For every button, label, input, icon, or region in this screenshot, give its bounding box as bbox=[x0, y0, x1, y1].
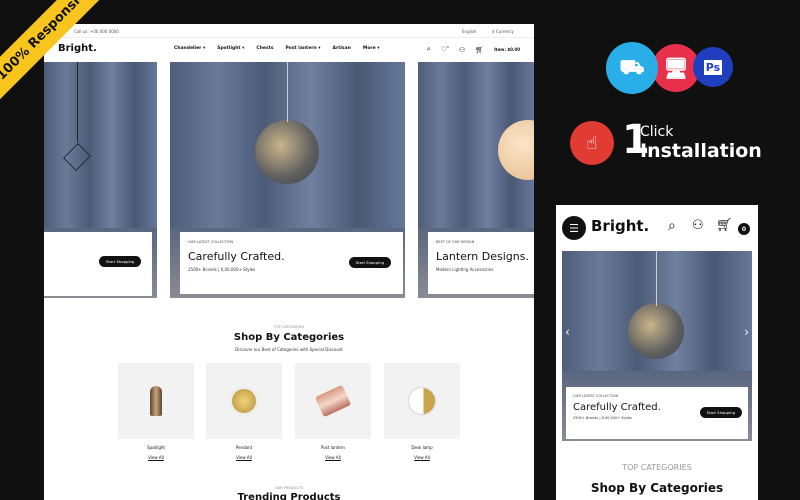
prev-arrow-icon[interactable]: ‹ bbox=[565, 325, 570, 339]
cart-icon[interactable]: 🛒︎ bbox=[475, 46, 484, 54]
slide-label: OUR LATEST COLLECTION bbox=[188, 240, 234, 244]
view-all-link[interactable]: View All bbox=[384, 455, 460, 460]
opencart-icon: ⛟ bbox=[606, 42, 658, 94]
section-title: Shop By Categories bbox=[233, 332, 345, 343]
search-icon[interactable]: ⌕ bbox=[668, 218, 676, 234]
slide-title: Lantern Designs. bbox=[436, 250, 529, 263]
slide-caption: OUR LATEST COLLECTION Carefully Crafted.… bbox=[566, 387, 748, 439]
lamp-cord bbox=[656, 251, 657, 306]
lamp-cord bbox=[287, 62, 288, 122]
view-all-link[interactable]: View All bbox=[118, 455, 194, 460]
desk-lamp-image bbox=[384, 363, 460, 439]
mobile-hero-slide[interactable]: ‹ › OUR LATEST COLLECTION Carefully Craf… bbox=[562, 251, 752, 441]
spotlight-image bbox=[118, 363, 194, 439]
menu-item[interactable]: Spotlight ▾ bbox=[217, 46, 244, 51]
start-shopping-button[interactable]: Start Shopping bbox=[348, 257, 391, 268]
menu: Chandelier ▾ Spotlight ▾ Chests Post lan… bbox=[174, 46, 380, 51]
mobile-preview: ☰ Bright. ⌕ ⚇ 🛒︎ 0 ‹ › OUR LATEST COLLEC… bbox=[556, 205, 758, 500]
view-all-link[interactable]: View All bbox=[295, 455, 371, 460]
start-shopping-button[interactable]: Start Shopping bbox=[99, 256, 142, 267]
menu-item[interactable]: Post lantern ▾ bbox=[285, 46, 320, 51]
header-icons: ⌕ ♡0 ⚇ 🛒︎ Item: $0.00 bbox=[427, 45, 520, 54]
desktop-preview: Call us: +00 000 0000 English $ Currency… bbox=[44, 24, 534, 500]
start-shopping-button[interactable]: Start Shopping bbox=[699, 407, 742, 418]
hero-slide-left[interactable]: Start Shopping bbox=[44, 62, 157, 298]
user-icon[interactable]: ⚇ bbox=[692, 218, 704, 233]
slide-subtitle: Modern Lighting Accessories bbox=[436, 267, 494, 272]
top-bar: Call us: +00 000 0000 English $ Currency bbox=[44, 24, 534, 38]
installation-text: Installation bbox=[640, 140, 762, 162]
hero-slide-center[interactable]: OUR LATEST COLLECTION Carefully Crafted.… bbox=[170, 62, 405, 298]
section-eyebrow: TOP CATEGORIES bbox=[273, 325, 305, 329]
menu-item[interactable]: Chests bbox=[256, 46, 273, 51]
section-subtitle: Discover our Best of Categories with Spe… bbox=[235, 347, 343, 352]
slide-caption: BEST OF OUR DESIGN Lantern Designs. Mode… bbox=[428, 232, 534, 294]
geometric-lamp bbox=[63, 143, 91, 171]
category-card[interactable]: Post lantern View All bbox=[295, 363, 371, 460]
menu-item[interactable]: More ▾ bbox=[363, 46, 380, 51]
phone-text: Call us: +00 000 0000 bbox=[74, 29, 119, 34]
photoshop-icon: Ps bbox=[693, 47, 733, 87]
category-name: Post lantern bbox=[321, 445, 345, 450]
slide-label: OUR LATEST COLLECTION bbox=[573, 394, 619, 398]
hero-slide-right[interactable]: BEST OF OUR DESIGN Lantern Designs. Mode… bbox=[418, 62, 534, 298]
section-eyebrow: TOP CATEGORIES bbox=[622, 463, 692, 472]
lamp-cord bbox=[77, 62, 78, 142]
globe-lamp bbox=[498, 120, 534, 180]
main-nav: Bright. Chandelier ▾ Spotlight ▾ Chests … bbox=[44, 38, 534, 61]
section-title: Shop By Categories bbox=[590, 481, 724, 495]
click-text: Click bbox=[640, 124, 674, 140]
view-all-link[interactable]: View All bbox=[206, 455, 282, 460]
category-card[interactable]: Pendant View All bbox=[206, 363, 282, 460]
language-select[interactable]: English bbox=[462, 29, 476, 34]
menu-item[interactable]: Artisan bbox=[333, 46, 351, 51]
category-card[interactable]: Desk lamp View All bbox=[384, 363, 460, 460]
logo[interactable]: Bright. bbox=[591, 217, 649, 235]
cart-icon[interactable]: 🛒︎ bbox=[716, 218, 733, 233]
pendant-image bbox=[206, 363, 282, 439]
cart-total[interactable]: Item: $0.00 bbox=[494, 47, 520, 52]
menu-item[interactable]: Chandelier ▾ bbox=[174, 46, 205, 51]
next-arrow-icon[interactable]: › bbox=[744, 325, 749, 339]
cart-count-badge: 0 bbox=[738, 223, 750, 235]
search-icon[interactable]: ⌕ bbox=[427, 45, 431, 54]
slide-label: BEST OF OUR DESIGN bbox=[436, 240, 475, 244]
section-title: Trending Products bbox=[237, 492, 341, 500]
currency-select[interactable]: $ Currency bbox=[492, 29, 514, 34]
category-name: Spotlight bbox=[147, 445, 165, 450]
glass-pendant-lamp bbox=[628, 303, 684, 359]
slide-caption: Start Shopping bbox=[44, 232, 152, 296]
section-eyebrow: OUR PRODUCTS bbox=[274, 486, 304, 490]
category-name: Desk lamp bbox=[411, 445, 433, 450]
slide-caption: OUR LATEST COLLECTION Carefully Crafted.… bbox=[180, 232, 403, 294]
post-lantern-image bbox=[295, 363, 371, 439]
glass-pendant-lamp bbox=[255, 120, 319, 184]
logo[interactable]: Bright. bbox=[58, 43, 97, 54]
user-icon[interactable]: ⚇ bbox=[459, 46, 465, 54]
category-card[interactable]: Spotlight View All bbox=[118, 363, 194, 460]
hamburger-menu-icon[interactable]: ☰ bbox=[562, 216, 586, 240]
category-name: Pendant bbox=[235, 445, 253, 450]
heart-icon[interactable]: ♡0 bbox=[441, 45, 449, 53]
click-hand-icon: ☝ bbox=[570, 121, 614, 165]
